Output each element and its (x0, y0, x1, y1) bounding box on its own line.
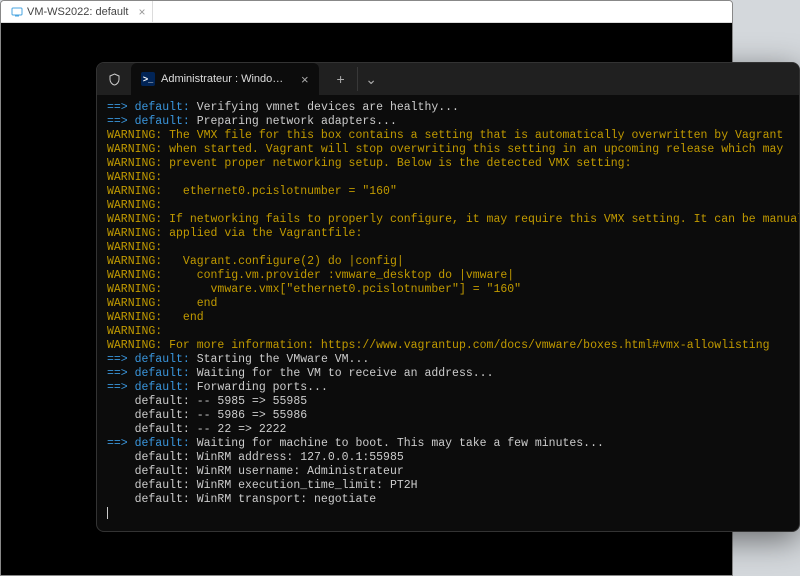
powershell-icon: >_ (141, 72, 155, 86)
new-tab-button[interactable]: + (327, 67, 355, 91)
terminal-line: ==> default: Starting the VMware VM... (107, 353, 789, 367)
terminal-line: ==> default: Waiting for the VM to recei… (107, 367, 789, 381)
bg-tab-label: VM-WS2022: default (27, 6, 129, 18)
terminal-line: default: WinRM username: Administrateur (107, 465, 789, 479)
terminal-line: ==> default: Waiting for machine to boot… (107, 437, 789, 451)
shield-icon (107, 72, 121, 86)
close-icon[interactable]: × (139, 6, 146, 18)
terminal-line: WARNING: (107, 171, 789, 185)
terminal-line: WARNING: (107, 325, 789, 339)
terminal-line: default: WinRM transport: negotiate (107, 493, 789, 507)
terminal-line: default: WinRM execution_time_limit: PT2… (107, 479, 789, 493)
terminal-output[interactable]: ==> default: Verifying vmnet devices are… (97, 95, 799, 531)
terminal-line: default: -- 5986 => 55986 (107, 409, 789, 423)
terminal-line: WARNING: end (107, 311, 789, 325)
vm-icon (11, 6, 23, 18)
terminal-line: ==> default: Preparing network adapters.… (107, 115, 789, 129)
terminal-titlebar[interactable]: >_ Administrateur : Windows Pov × + ⌄ (97, 63, 799, 95)
terminal-line: ==> default: Verifying vmnet devices are… (107, 101, 789, 115)
terminal-window: >_ Administrateur : Windows Pov × + ⌄ ==… (96, 62, 800, 532)
terminal-line: WARNING: end (107, 297, 789, 311)
bg-tab[interactable]: VM-WS2022: default × (5, 1, 153, 22)
terminal-cursor-line (107, 507, 789, 521)
terminal-line: WARNING: ethernet0.pcislotnumber = "160" (107, 185, 789, 199)
terminal-line: default: -- 5985 => 55985 (107, 395, 789, 409)
terminal-line: default: WinRM address: 127.0.0.1:55985 (107, 451, 789, 465)
close-icon[interactable]: × (297, 72, 309, 87)
terminal-line: ==> default: Forwarding ports... (107, 381, 789, 395)
terminal-line: WARNING: The VMX file for this box conta… (107, 129, 789, 143)
terminal-line: default: -- 22 => 2222 (107, 423, 789, 437)
terminal-line: WARNING: For more information: https://w… (107, 339, 789, 353)
terminal-line: WARNING: (107, 199, 789, 213)
terminal-line: WARNING: Vagrant.configure(2) do |config… (107, 255, 789, 269)
terminal-line: WARNING: If networking fails to properly… (107, 213, 789, 227)
terminal-line: WARNING: when started. Vagrant will stop… (107, 143, 789, 157)
terminal-line: WARNING: config.vm.provider :vmware_desk… (107, 269, 789, 283)
terminal-line: WARNING: prevent proper networking setup… (107, 157, 789, 171)
terminal-line: WARNING: vmware.vmx["ethernet0.pcislotnu… (107, 283, 789, 297)
terminal-tab-title: Administrateur : Windows Pov (161, 73, 291, 85)
terminal-tab[interactable]: >_ Administrateur : Windows Pov × (131, 63, 319, 95)
terminal-tab-actions: + ⌄ (327, 67, 385, 91)
bg-tabbar: VM-WS2022: default × (1, 1, 732, 23)
terminal-line: WARNING: applied via the Vagrantfile: (107, 227, 789, 241)
terminal-line: WARNING: (107, 241, 789, 255)
tab-dropdown-button[interactable]: ⌄ (357, 67, 385, 91)
